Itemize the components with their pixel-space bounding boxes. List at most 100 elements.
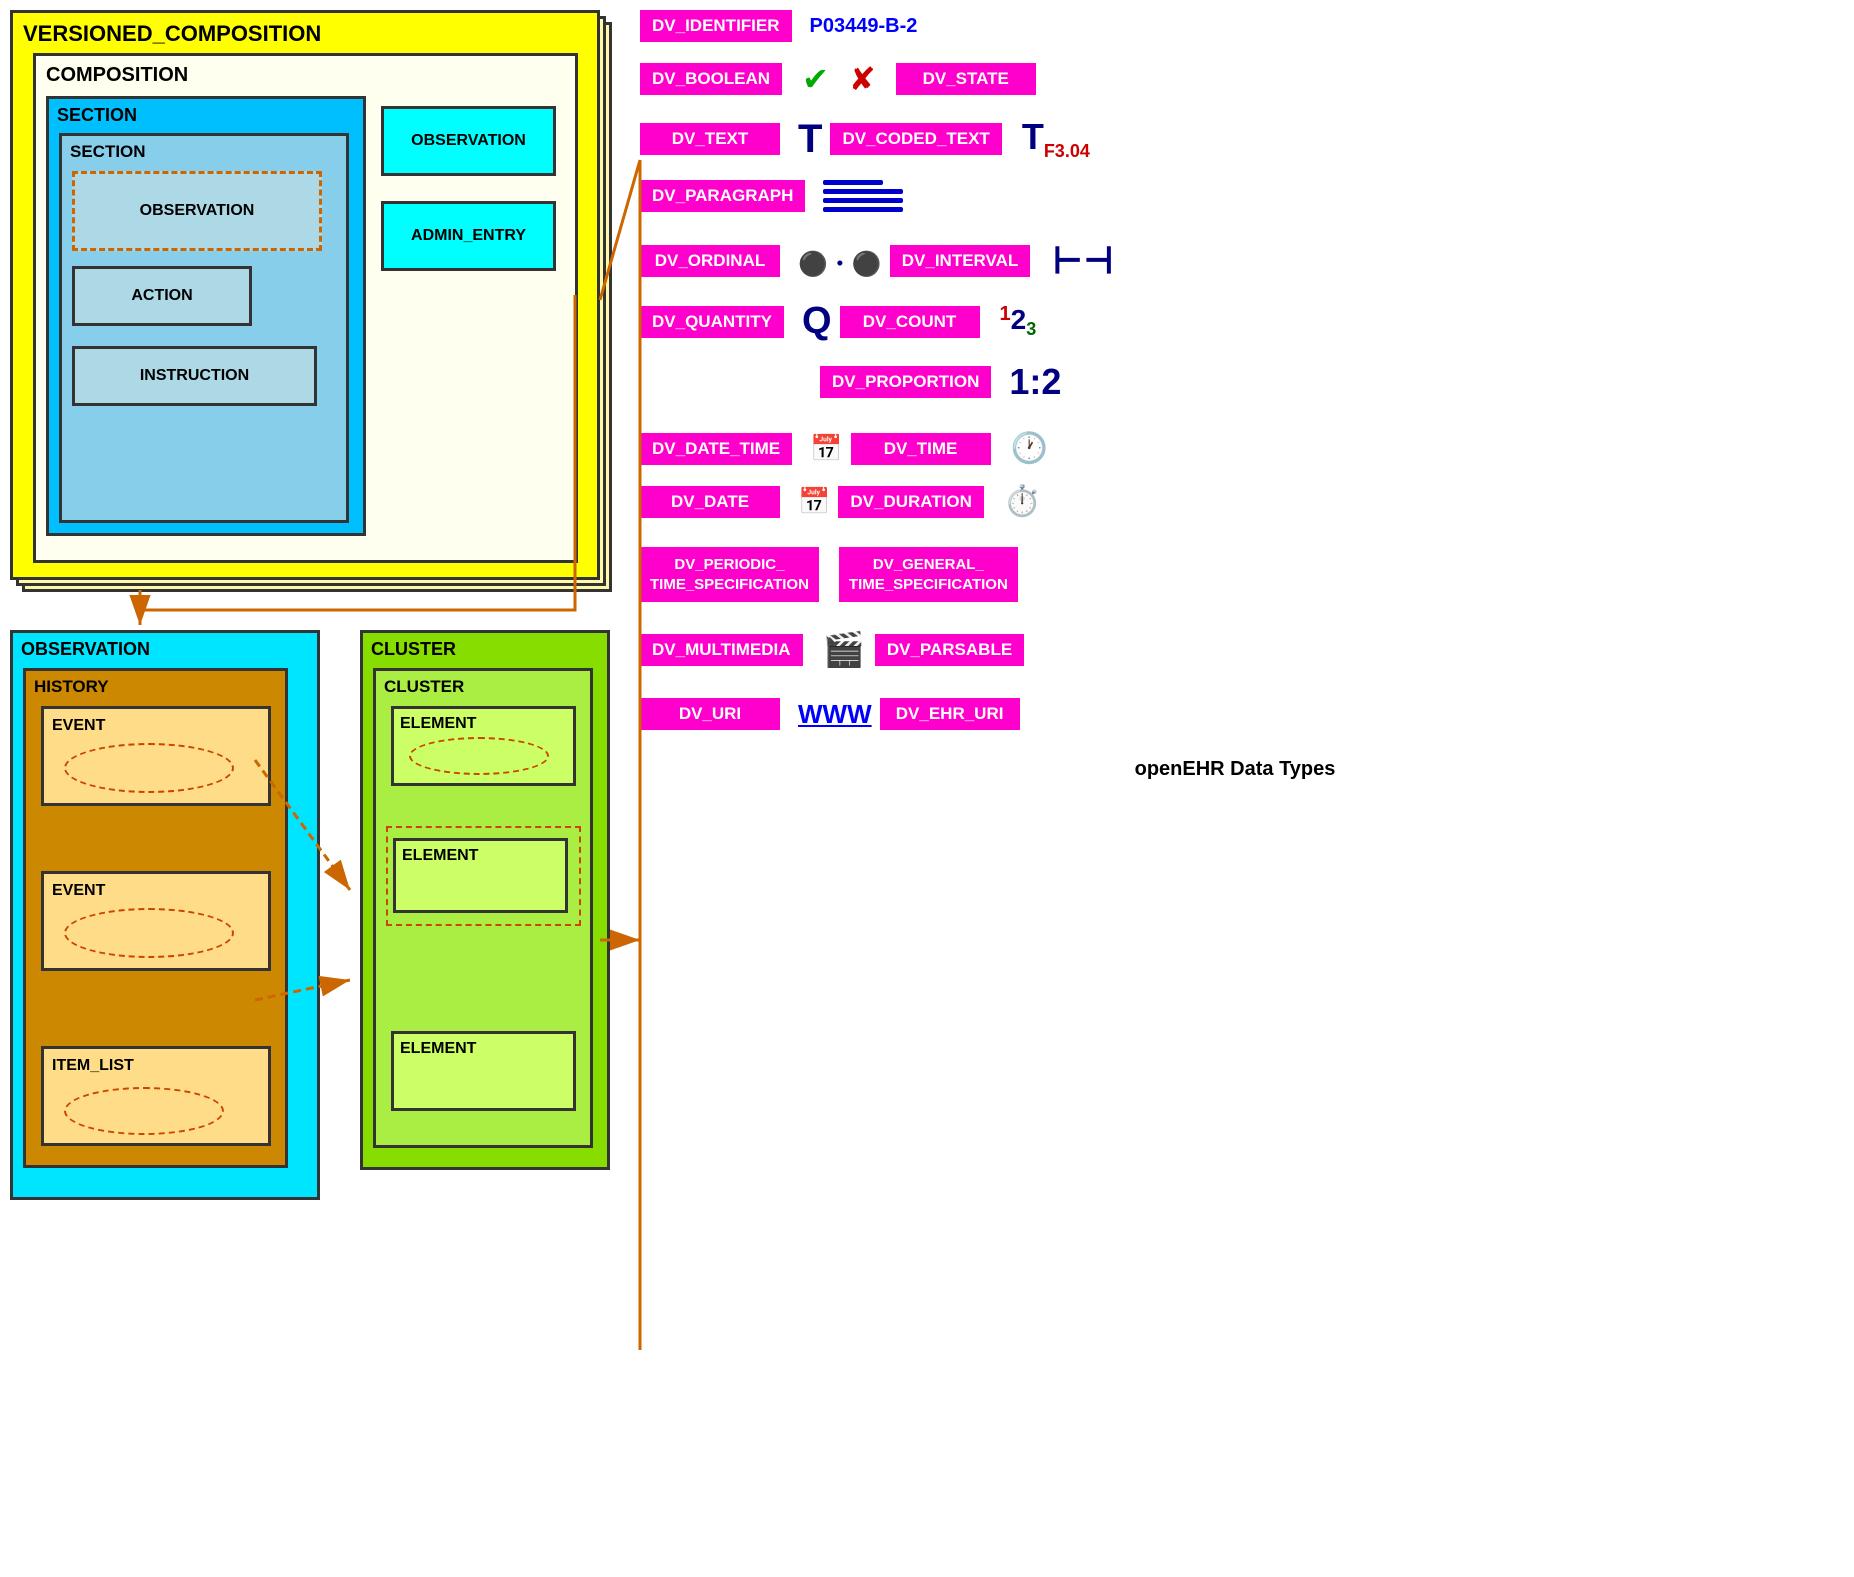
dv-text-row: DV_TEXT T DV_CODED_TEXT TF3.04 xyxy=(640,116,1830,162)
cluster-outer-box: CLUSTER CLUSTER ELEMENT ELEMENT ELEMENT xyxy=(360,630,610,1170)
dv-interval-icon: ⊢⊣ xyxy=(1052,240,1114,282)
observation-dashed-box: OBSERVATION xyxy=(72,171,322,251)
caption: openEHR Data Types xyxy=(640,758,1830,781)
element-dashed-1 xyxy=(409,737,549,775)
right-panel: DV_IDENTIFIER P03449-B-2 DV_BOOLEAN ✔ ✘ … xyxy=(640,10,1830,781)
dv-date-badge: DV_DATE xyxy=(640,486,780,518)
cluster-inner-box: CLUSTER ELEMENT ELEMENT ELEMENT xyxy=(373,668,593,1148)
history-box: HISTORY EVENT EVENT ITEM_LIST xyxy=(23,668,288,1168)
observation-right-box: OBSERVATION xyxy=(381,106,556,176)
composition-box: COMPOSITION SECTION SECTION OBSERVATION … xyxy=(33,53,578,563)
element-label-2: ELEMENT xyxy=(402,847,478,865)
dv-multimedia-icon: 🎬 xyxy=(823,630,865,670)
dv-text-icon: T xyxy=(798,117,822,162)
dv-boolean-badge: DV_BOOLEAN xyxy=(640,63,782,95)
dv-date-row: DV_DATE 📅 DV_DURATION ⏱️ xyxy=(640,484,1830,519)
cluster-inner-label: CLUSTER xyxy=(384,677,464,697)
admin-entry-box: ADMIN_ENTRY xyxy=(381,201,556,271)
element-label-3: ELEMENT xyxy=(400,1040,476,1058)
versioned-composition-label: VERSIONED_COMPOSITION xyxy=(23,21,321,47)
dv-state-badge: DV_STATE xyxy=(896,63,1036,95)
composition-label: COMPOSITION xyxy=(46,64,188,87)
item-list-dashed xyxy=(64,1087,224,1135)
dv-quantity-badge: DV_QUANTITY xyxy=(640,306,784,338)
dv-periodic-row: DV_PERIODIC_ TIME_SPECIFICATION DV_GENER… xyxy=(640,547,1830,602)
dv-boolean-row: DV_BOOLEAN ✔ ✘ DV_STATE xyxy=(640,60,1830,98)
dv-time-badge: DV_TIME xyxy=(851,433,991,465)
dv-paragraph-row: DV_PARAGRAPH xyxy=(640,180,1830,212)
dv-quantity-row: DV_QUANTITY Q DV_COUNT 123 xyxy=(640,300,1830,343)
boolean-checkx-icon: ✔ xyxy=(802,60,829,98)
para-line-3 xyxy=(823,198,903,203)
element-box-1: ELEMENT xyxy=(391,706,576,786)
dv-identifier-value: P03449-B-2 xyxy=(810,15,918,38)
dv-ordinal-row: DV_ORDINAL ⚫・⚫ DV_INTERVAL ⊢⊣ xyxy=(640,240,1830,282)
dv-duration-badge: DV_DURATION xyxy=(838,486,984,518)
dv-uri-badge: DV_URI xyxy=(640,698,780,730)
dv-coded-text-badge: DV_CODED_TEXT xyxy=(830,123,1001,155)
event-dashed-2 xyxy=(64,908,234,958)
instruction-box: INSTRUCTION xyxy=(72,346,317,406)
dv-proportion-row: DV_PROPORTION 1:2 xyxy=(640,361,1830,403)
cluster-outer-label: CLUSTER xyxy=(371,639,456,660)
dv-date-time-badge: DV_DATE_TIME xyxy=(640,433,792,465)
dv-multimedia-row: DV_MULTIMEDIA 🎬 DV_PARSABLE xyxy=(640,630,1830,670)
item-list-label: ITEM_LIST xyxy=(52,1057,134,1075)
item-list-box: ITEM_LIST xyxy=(41,1046,271,1146)
event-dashed-1 xyxy=(64,743,234,793)
section-inner-label: SECTION xyxy=(70,142,146,162)
para-line-2 xyxy=(823,189,903,194)
element-label-1: ELEMENT xyxy=(400,715,476,733)
dv-date-time-icon: 📅 xyxy=(810,433,842,464)
event-label-1: EVENT xyxy=(52,717,105,735)
left-panel: VERSIONED_COMPOSITION COMPOSITION SECTIO… xyxy=(10,10,630,1560)
dv-ehr-uri-badge: DV_EHR_URI xyxy=(880,698,1020,730)
dv-coded-text-icon: TF3.04 xyxy=(1022,116,1090,162)
dv-parsable-badge: DV_PARSABLE xyxy=(875,634,1024,666)
dv-text-badge: DV_TEXT xyxy=(640,123,780,155)
element-2-outer-dashed: ELEMENT xyxy=(386,826,581,926)
observation-bottom-label: OBSERVATION xyxy=(21,639,150,660)
event-box-2: EVENT xyxy=(41,871,271,971)
dv-identifier-badge: DV_IDENTIFIER xyxy=(640,10,792,42)
dv-time-icon: 🕐 xyxy=(1011,431,1048,466)
dv-quantity-icon: Q xyxy=(802,300,832,343)
instruction-label: INSTRUCTION xyxy=(140,367,249,385)
dv-multimedia-badge: DV_MULTIMEDIA xyxy=(640,634,803,666)
section-outer-label: SECTION xyxy=(57,105,137,126)
dv-periodic-time-spec-badge: DV_PERIODIC_ TIME_SPECIFICATION xyxy=(640,547,819,602)
dv-date-time-row: DV_DATE_TIME 📅 DV_TIME 🕐 xyxy=(640,431,1830,466)
dv-ordinal-badge: DV_ORDINAL xyxy=(640,245,780,277)
dv-identifier-row: DV_IDENTIFIER P03449-B-2 xyxy=(640,10,1830,42)
action-label: ACTION xyxy=(131,287,192,305)
element-box-2: ELEMENT xyxy=(393,838,568,913)
dv-count-icon: 123 xyxy=(1000,303,1037,340)
dv-uri-www-icon: WWW xyxy=(798,699,872,730)
observation-right-label: OBSERVATION xyxy=(411,132,526,150)
observation-bottom-box: OBSERVATION HISTORY EVENT EVENT ITEM_LIS… xyxy=(10,630,320,1200)
dv-proportion-badge: DV_PROPORTION xyxy=(820,366,991,398)
boolean-x-icon: ✘ xyxy=(849,60,876,98)
event-box-1: EVENT xyxy=(41,706,271,806)
dv-duration-icon: ⏱️ xyxy=(1004,484,1041,519)
para-line-1 xyxy=(823,180,883,185)
section-outer-box: SECTION SECTION OBSERVATION ACTION INSTR… xyxy=(46,96,366,536)
event-label-2: EVENT xyxy=(52,882,105,900)
action-box: ACTION xyxy=(72,266,252,326)
history-label: HISTORY xyxy=(34,677,109,697)
section-inner-box: SECTION OBSERVATION ACTION INSTRUCTION xyxy=(59,133,349,523)
dv-uri-row: DV_URI WWW DV_EHR_URI xyxy=(640,698,1830,730)
observation-dashed-label: OBSERVATION xyxy=(140,202,255,220)
dv-interval-badge: DV_INTERVAL xyxy=(890,245,1031,277)
element-box-3: ELEMENT xyxy=(391,1031,576,1111)
dv-paragraph-icon xyxy=(823,180,903,212)
para-line-4 xyxy=(823,207,903,212)
admin-entry-label: ADMIN_ENTRY xyxy=(411,227,526,245)
dv-ordinal-icon: ⚫・⚫ xyxy=(798,244,882,279)
dv-date-icon: 📅 xyxy=(798,486,830,517)
dv-count-badge: DV_COUNT xyxy=(840,306,980,338)
versioned-composition-box: VERSIONED_COMPOSITION COMPOSITION SECTIO… xyxy=(10,10,600,580)
dv-general-time-spec-badge: DV_GENERAL_ TIME_SPECIFICATION xyxy=(839,547,1018,602)
dv-paragraph-badge: DV_PARAGRAPH xyxy=(640,180,805,212)
dv-proportion-icon: 1:2 xyxy=(1009,361,1061,403)
